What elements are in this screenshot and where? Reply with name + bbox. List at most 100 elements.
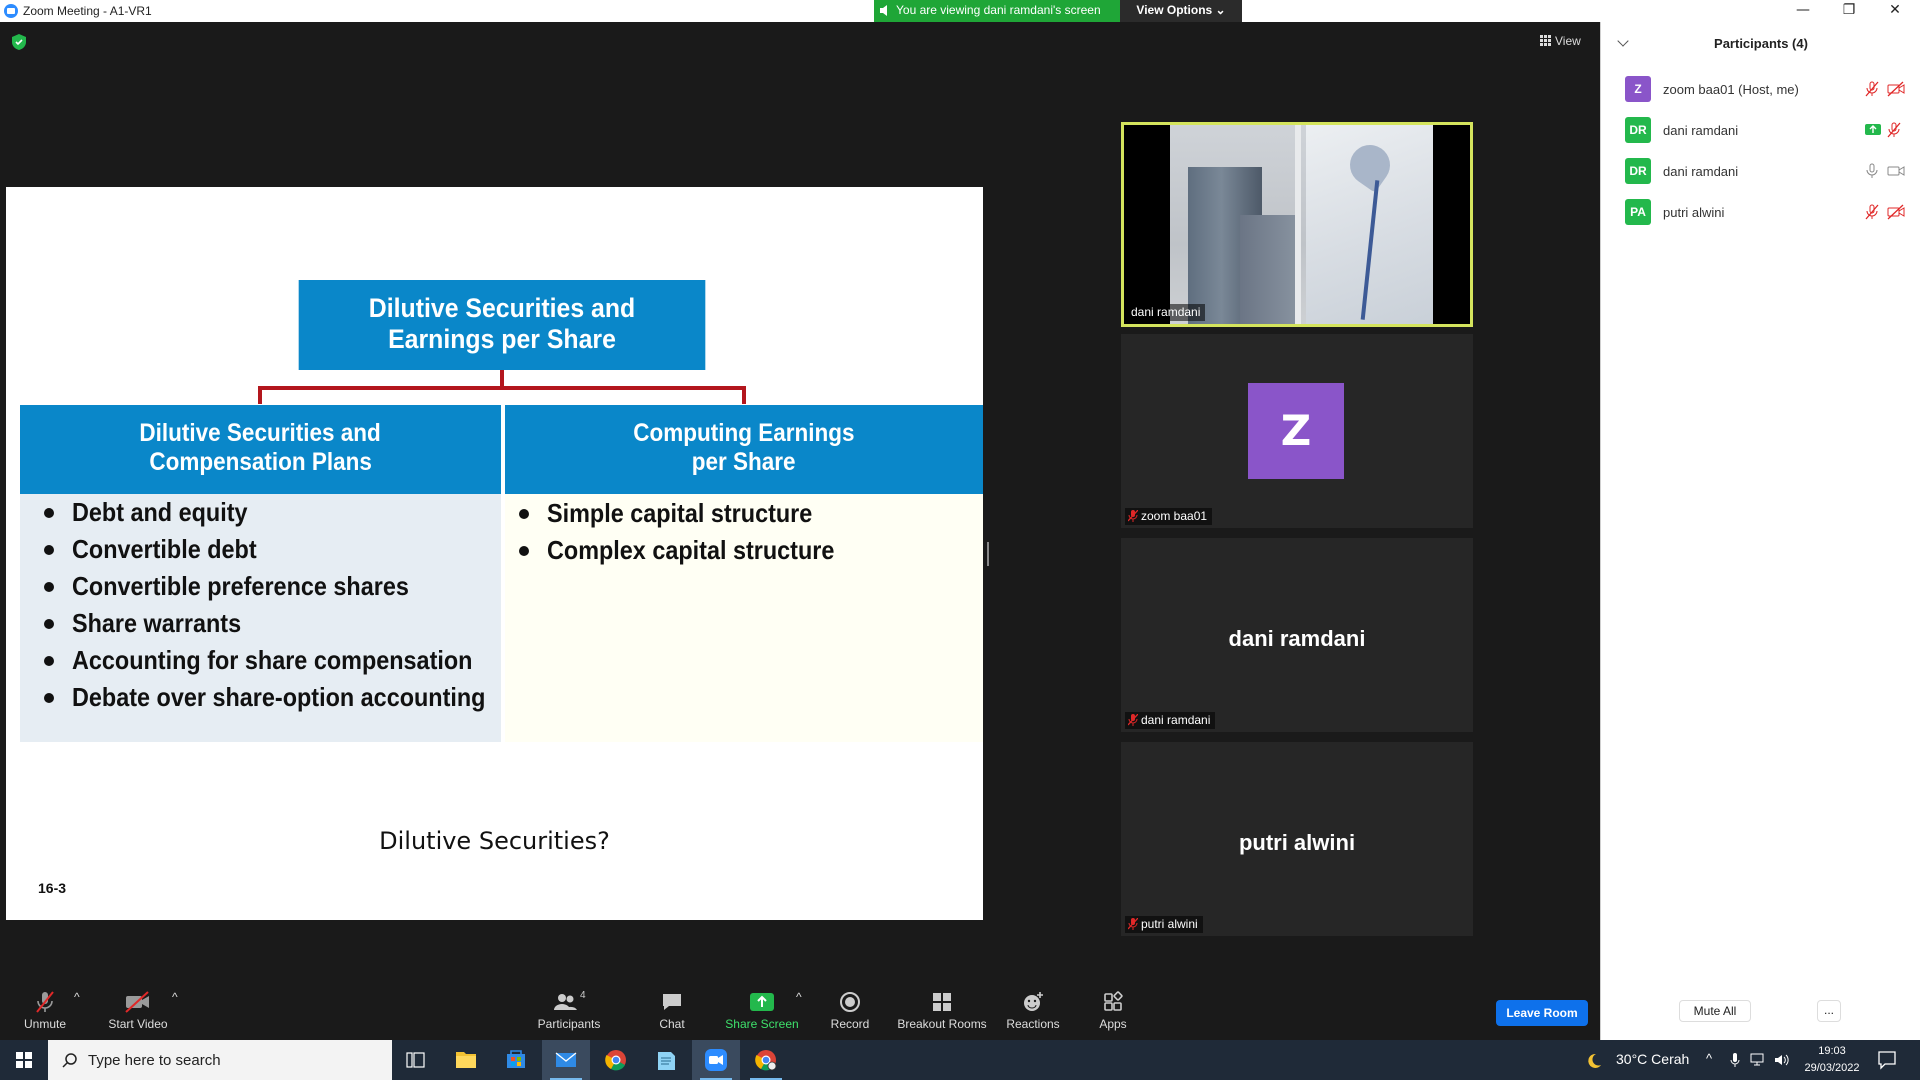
chrome-icon[interactable]	[592, 1040, 640, 1080]
slide-question: Dilutive Securities?	[379, 827, 610, 855]
viewing-screen-banner: You are viewing dani ramdani's screen	[874, 0, 1120, 22]
avatar: DR	[1625, 158, 1651, 184]
list-item: Accounting for share compensation	[30, 642, 531, 679]
zoom-icon	[705, 1049, 727, 1071]
video-off-icon[interactable]	[1887, 81, 1905, 97]
weather-text[interactable]: 30°C Cerah	[1616, 1051, 1689, 1067]
start-video-button[interactable]: Start Video	[106, 990, 170, 1036]
participants-icon: 4	[554, 990, 586, 1010]
reactions-label: Reactions	[1006, 1017, 1060, 1031]
list-item: Convertible preference shares	[30, 568, 531, 605]
mic-muted-icon	[1128, 510, 1138, 522]
right-bullet-list: Simple capital structure Complex capital…	[505, 495, 866, 569]
zoom-app-icon	[4, 4, 18, 18]
participant-name: putri alwini	[1663, 205, 1725, 220]
breakout-rooms-label: Breakout Rooms	[897, 1017, 987, 1031]
clock-time: 19:03	[1818, 1045, 1846, 1057]
record-icon	[840, 992, 860, 1012]
top-box-line2: Earnings per Share	[388, 324, 616, 354]
tile-center-name: dani ramdani	[1228, 626, 1366, 651]
building-image	[1240, 215, 1300, 324]
left-column-body: Debt and equity Convertible debt Convert…	[20, 494, 501, 742]
reactions-button[interactable]: Reactions	[1006, 990, 1060, 1036]
audio-options-caret-icon[interactable]: ^	[74, 990, 80, 1036]
mic-icon[interactable]	[1865, 163, 1879, 179]
unmute-button[interactable]: Unmute	[20, 990, 70, 1036]
chat-button[interactable]: Chat	[652, 990, 692, 1036]
participants-button[interactable]: 4 Participants	[534, 990, 604, 1036]
video-options-caret-icon[interactable]: ^	[172, 990, 178, 1036]
video-tile[interactable]: dani ramdani dani ramdani	[1121, 538, 1473, 732]
breakout-rooms-button[interactable]: Breakout Rooms	[896, 990, 988, 1036]
splitter-handle[interactable]	[987, 542, 989, 566]
record-button[interactable]: Record	[830, 990, 870, 1036]
weather-moon-icon	[1588, 1053, 1601, 1068]
leave-room-button[interactable]: Leave Room	[1496, 1000, 1588, 1026]
avatar: PA	[1625, 199, 1651, 225]
tray-chevron-icon[interactable]: ^	[1706, 1051, 1712, 1066]
tile-name-label: dani ramdani	[1125, 712, 1216, 729]
taskbar-clock[interactable]: 19:03 29/03/2022	[1800, 1043, 1864, 1077]
video-tile-active[interactable]: dani ramdani	[1121, 122, 1473, 327]
mic-muted-icon[interactable]	[1887, 122, 1901, 138]
slide-number: 16-3	[38, 880, 67, 896]
left-column-header: Dilutive Securities and Compensation Pla…	[20, 405, 501, 494]
video-off-icon[interactable]	[1887, 204, 1905, 220]
connector-line	[500, 370, 504, 386]
view-layout-button[interactable]: View	[1540, 34, 1581, 48]
chat-label: Chat	[659, 1017, 685, 1031]
microphone-tray-icon[interactable]	[1730, 1052, 1740, 1068]
participant-row[interactable]: DR dani ramdani	[1625, 117, 1915, 143]
windows-taskbar: Type here to search 30°C Cerah ^ 19:03 2…	[0, 1040, 1920, 1080]
mute-all-button[interactable]: Mute All	[1679, 1000, 1751, 1022]
participant-row[interactable]: PA putri alwini	[1625, 199, 1915, 225]
view-options-button[interactable]: View Options ⌄	[1120, 0, 1242, 22]
chrome-profile-taskbar-button[interactable]	[742, 1040, 790, 1080]
share-screen-icon	[1865, 124, 1881, 135]
encryption-shield-icon[interactable]	[12, 34, 26, 50]
tile-name-label: dani ramdani	[1128, 304, 1206, 321]
mail-icon	[555, 1052, 577, 1067]
zoom-taskbar-button[interactable]	[692, 1040, 740, 1080]
record-label: Record	[830, 1017, 870, 1031]
participants-count: 4	[580, 990, 586, 1001]
mic-muted-icon[interactable]	[1865, 204, 1879, 220]
mail-app-button[interactable]	[542, 1040, 590, 1080]
avatar: DR	[1625, 117, 1651, 143]
video-tile[interactable]: Z zoom baa01	[1121, 334, 1473, 528]
video-tile[interactable]: putri alwini putri alwini	[1121, 742, 1473, 936]
network-icon[interactable]	[1750, 1053, 1766, 1067]
participant-row[interactable]: DR dani ramdani	[1625, 158, 1915, 184]
minimize-button[interactable]: —	[1780, 0, 1826, 22]
notification-center-icon[interactable]	[1877, 1050, 1897, 1070]
connector-line	[742, 386, 746, 404]
notepad-icon[interactable]	[642, 1040, 690, 1080]
mic-muted-icon[interactable]	[1865, 81, 1879, 97]
speaker-icon	[880, 5, 887, 16]
apps-button[interactable]: Apps	[1098, 990, 1128, 1036]
task-view-icon[interactable]	[392, 1040, 440, 1080]
close-button[interactable]: ✕	[1872, 0, 1918, 22]
file-explorer-icon[interactable]	[442, 1040, 490, 1080]
windows-start-icon[interactable]	[0, 1040, 48, 1080]
breakout-rooms-icon	[933, 993, 951, 1011]
list-item: Debt and equity	[30, 494, 531, 531]
more-options-button[interactable]: ...	[1817, 1000, 1841, 1022]
search-placeholder: Type here to search	[88, 1052, 221, 1069]
microsoft-store-icon[interactable]	[492, 1040, 540, 1080]
shared-screen-slide: Dilutive Securities and Earnings per Sha…	[6, 187, 983, 920]
list-item: Debate over share-option accounting	[30, 679, 531, 716]
volume-icon[interactable]	[1774, 1053, 1790, 1067]
list-item: Simple capital structure	[505, 495, 866, 532]
left-head-line1: Dilutive Securities and	[139, 419, 382, 447]
left-bullet-list: Debt and equity Convertible debt Convert…	[30, 494, 531, 716]
share-options-caret-icon[interactable]: ^	[796, 990, 802, 1036]
video-off-icon	[125, 991, 149, 1013]
restore-button[interactable]: ❐	[1826, 0, 1872, 22]
participants-title: Participants (4)	[1714, 36, 1808, 51]
meeting-area: View Dilutive Securities and Earnings pe…	[0, 22, 1600, 980]
video-icon[interactable]	[1887, 163, 1905, 179]
taskbar-search-box[interactable]: Type here to search	[48, 1040, 392, 1080]
share-screen-button[interactable]: Share Screen	[722, 990, 802, 1036]
participant-row[interactable]: Z zoom baa01 (Host, me)	[1625, 76, 1915, 102]
